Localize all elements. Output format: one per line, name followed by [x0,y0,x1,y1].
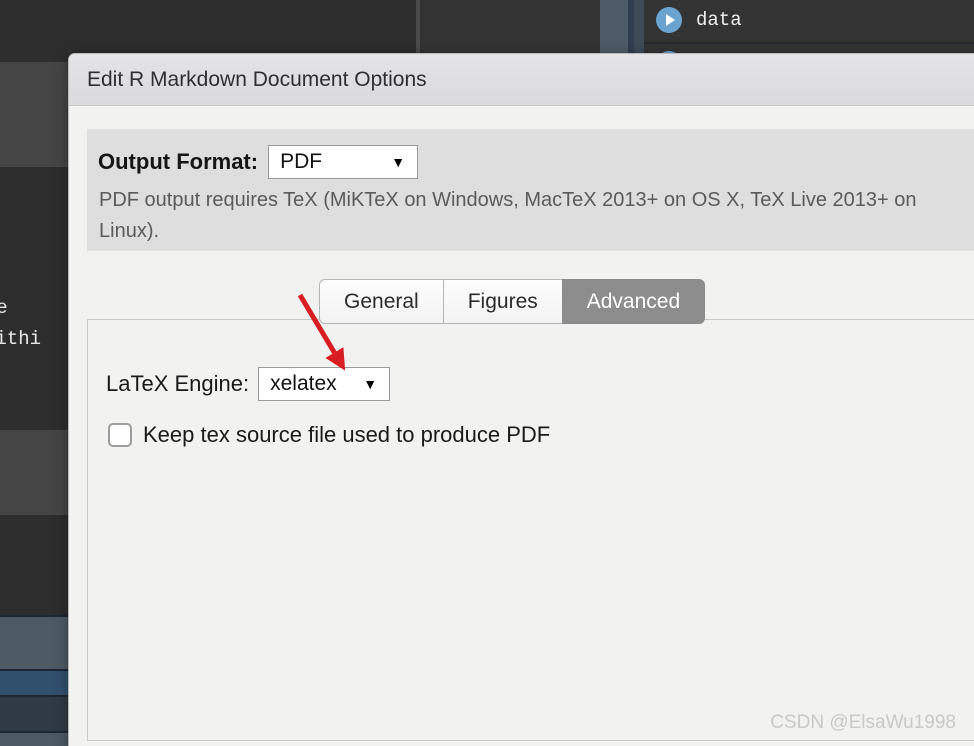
output-format-description: PDF output requires TeX (MiKTeX on Windo… [99,185,969,247]
output-format-section: Output Format: PDF ▼ PDF output requires… [87,129,974,251]
advanced-tab-panel: LaTeX Engine: xelatex ▼ Keep tex source … [87,319,974,741]
latex-engine-value: xelatex [259,372,347,396]
latex-engine-label: LaTeX Engine: [106,371,249,397]
tabstrip: General Figures Advanced [319,279,705,324]
output-format-select[interactable]: PDF ▼ [268,145,418,179]
keep-tex-checkbox[interactable] [108,423,132,447]
tab-figures-label: Figures [468,290,538,314]
output-format-value: PDF [269,150,332,174]
chevron-down-icon: ▼ [363,376,389,392]
environment-row[interactable]: data [644,0,974,44]
latex-engine-select[interactable]: xelatex ▼ [258,367,390,401]
csdn-watermark: CSDN @ElsaWu1998 [770,712,956,734]
keep-tex-row[interactable]: Keep tex source file used to produce PDF [108,422,550,448]
tab-general-label: General [344,290,419,314]
expand-play-icon[interactable] [656,7,682,33]
output-format-row: Output Format: PDF ▼ [98,145,418,179]
rmarkdown-options-dialog: Edit R Markdown Document Options Output … [68,53,974,746]
dialog-title: Edit R Markdown Document Options [87,68,427,92]
keep-tex-label: Keep tex source file used to produce PDF [143,422,550,448]
output-format-label: Output Format: [98,149,258,175]
tab-advanced[interactable]: Advanced [562,279,705,324]
tab-figures[interactable]: Figures [443,279,562,324]
screenshot-root: mple f using l be withi data data2 Edit [0,0,974,746]
tab-general[interactable]: General [319,279,443,324]
environment-row-label: data [696,9,742,31]
latex-engine-row: LaTeX Engine: xelatex ▼ [106,367,390,401]
tab-advanced-label: Advanced [587,290,680,314]
dialog-titlebar: Edit R Markdown Document Options [69,54,974,106]
chevron-down-icon: ▼ [391,154,417,170]
